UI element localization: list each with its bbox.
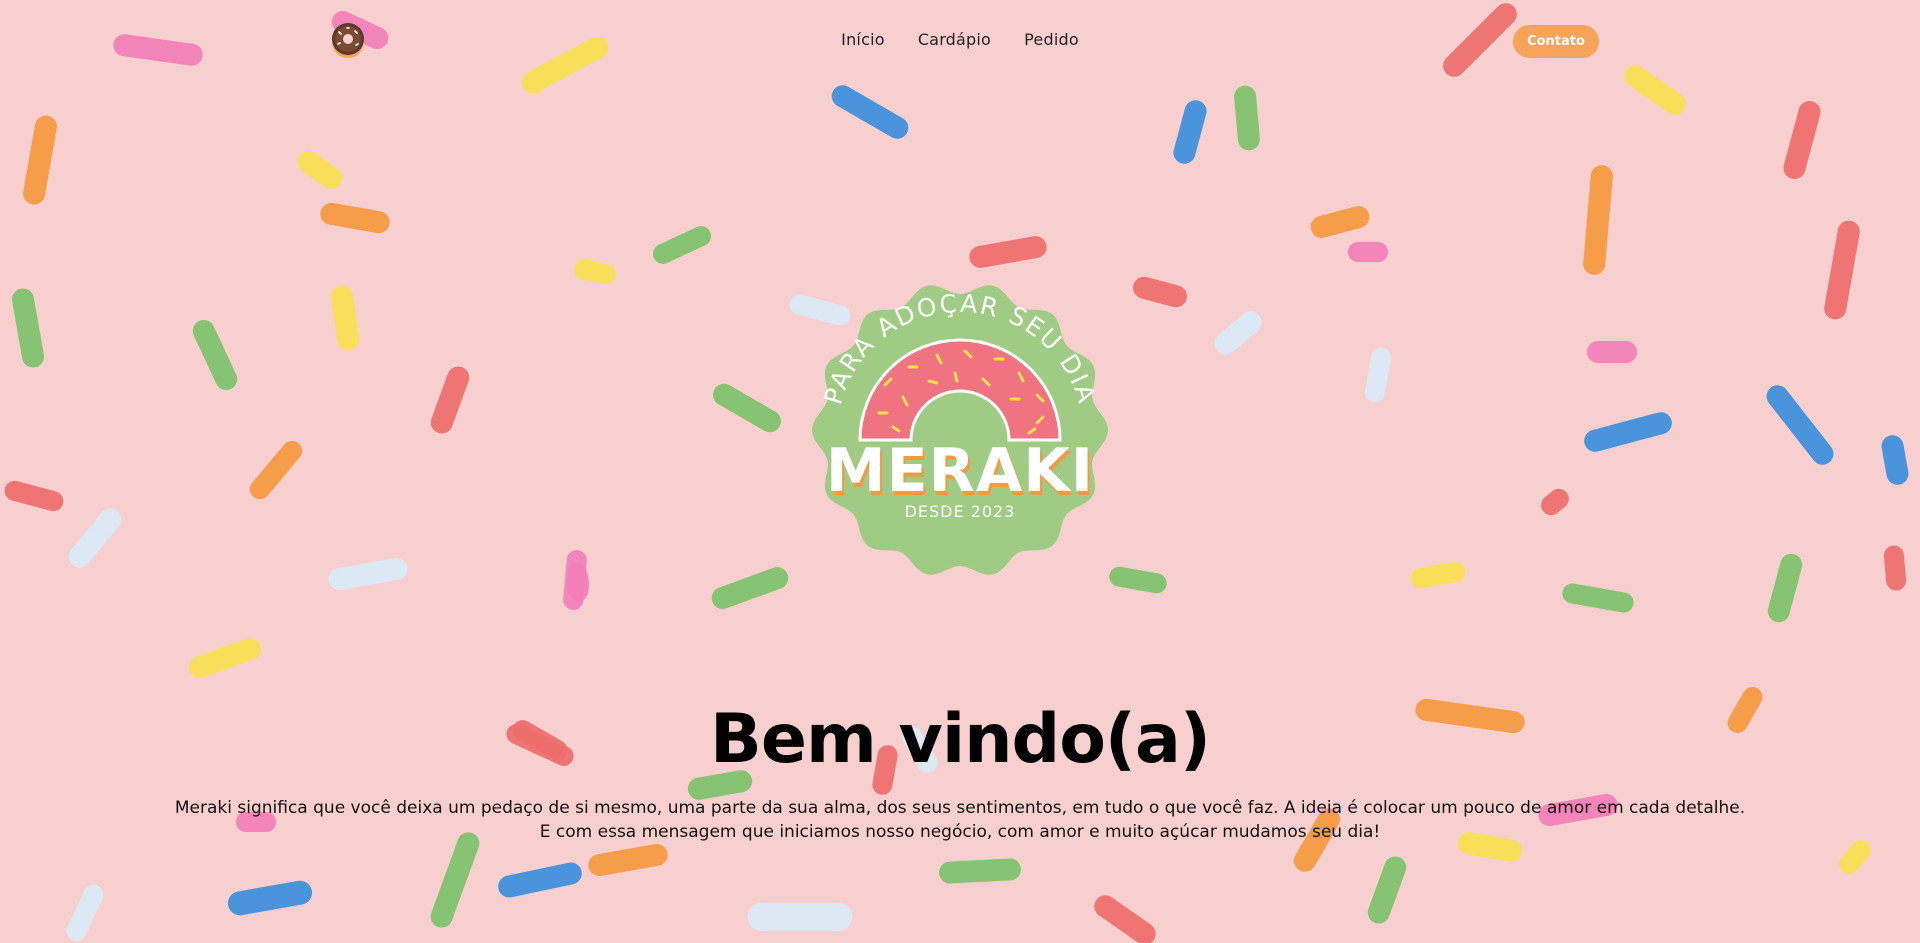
sprinkle-decoration [1410, 561, 1466, 589]
sprinkle-decoration [969, 236, 1047, 268]
meraki-logo-badge: PARA ADOÇAR SEU DIA MERAKI MERAKI DESDE … [812, 285, 1108, 575]
sprinkle-decoration [4, 480, 64, 512]
sprinkle-decoration [66, 884, 104, 942]
sprinkle-decoration [1766, 385, 1834, 465]
sprinkle-decoration [297, 150, 343, 190]
sprinkle-decoration [1584, 412, 1672, 452]
sprinkle-decoration [1367, 856, 1407, 924]
sprinkle-decoration [1824, 220, 1860, 320]
hero-description-line-2: E com essa mensagem que iniciamos nosso … [539, 822, 1381, 842]
sprinkle-decoration [711, 567, 789, 609]
sprinkle-decoration [1541, 488, 1569, 516]
sprinkle-decoration [1583, 165, 1613, 275]
badge-brand-name: MERAKI [826, 436, 1094, 506]
sprinkle-decoration [68, 508, 122, 568]
sprinkle-decoration [1881, 435, 1909, 485]
hero-description-line-1: Meraki significa que você deixa um pedaç… [174, 798, 1746, 818]
sprinkle-decoration [574, 259, 616, 285]
sprinkle-decoration [328, 557, 408, 591]
sprinkle-decoration [430, 366, 470, 434]
sprinkle-decoration [939, 858, 1021, 884]
badge-scalloped-background [812, 285, 1108, 575]
sprinkle-decoration [652, 226, 712, 264]
sprinkle-decoration [192, 319, 238, 391]
sprinkle-decoration [1173, 100, 1207, 164]
sprinkle-decoration [320, 202, 390, 234]
sprinkle-decoration [1234, 85, 1260, 151]
sprinkle-decoration [1214, 311, 1262, 355]
sprinkle-decoration [831, 85, 909, 139]
sprinkle-decoration [1364, 347, 1392, 403]
sprinkle-decoration [713, 383, 781, 433]
sprinkle-decoration [1094, 895, 1156, 943]
sprinkle-decoration [1783, 100, 1821, 180]
sprinkle-decoration [23, 115, 57, 205]
sprinkle-decoration [1133, 276, 1187, 308]
hero-title: Bem vindo(a) [710, 700, 1211, 779]
sprinkle-decoration [1562, 583, 1634, 613]
sprinkle-decoration [1767, 553, 1803, 623]
sprinkle-decoration [1348, 242, 1388, 262]
nav-link-inicio[interactable]: Início [841, 30, 885, 49]
sprinkle-decoration [1587, 341, 1637, 363]
sprinkle-decoration [430, 832, 480, 928]
sprinkle-decoration [227, 880, 313, 916]
hero-description: Meraki significa que você deixa um pedaç… [0, 796, 1920, 844]
sprinkle-decoration [747, 903, 853, 931]
sprinkle-decoration [1624, 65, 1686, 115]
sprinkle-decoration [1883, 545, 1907, 591]
main-navigation: Início Cardápio Pedido [0, 30, 1920, 49]
sprinkle-decoration [1310, 206, 1370, 238]
sprinkle-decoration [249, 440, 303, 500]
nav-link-pedido[interactable]: Pedido [1024, 30, 1079, 49]
contact-button[interactable]: Contato [1513, 25, 1599, 58]
sprinkle-decoration [11, 288, 45, 368]
sprinkle-decoration [331, 285, 359, 351]
nav-link-cardapio[interactable]: Cardápio [918, 30, 991, 49]
badge-since-text: DESDE 2023 [905, 502, 1016, 521]
sprinkle-decoration [588, 843, 668, 877]
sprinkle-decoration [498, 862, 582, 898]
sprinkle-decoration [189, 637, 261, 679]
sprinkle-decoration [1109, 566, 1167, 594]
